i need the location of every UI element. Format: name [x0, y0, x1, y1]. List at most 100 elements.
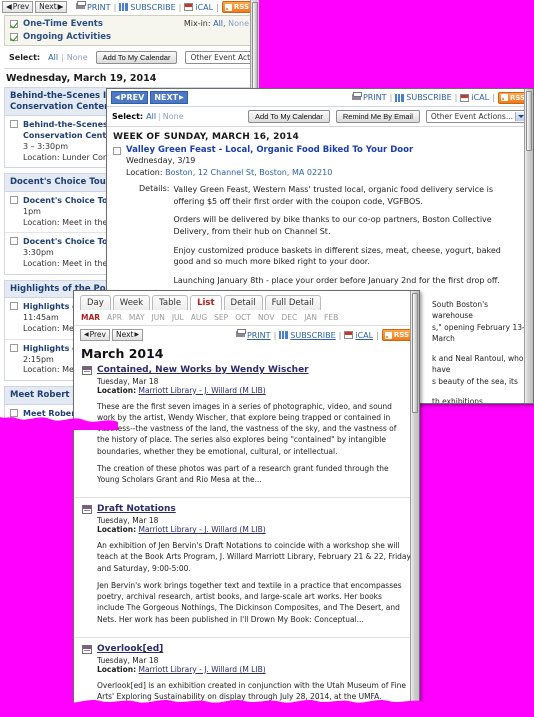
add-to-my-calendar-button[interactable]: Add To My Calendar [248, 110, 330, 123]
mid-panel-scrollbar[interactable] [524, 89, 533, 403]
front-prev-next-group[interactable]: ◀ Prev Next ▶ [80, 329, 144, 341]
tab-table[interactable]: Table [152, 295, 189, 310]
tab-detail[interactable]: Detail [223, 295, 263, 310]
subscribe-button[interactable]: SUBSCRIBE [279, 331, 336, 340]
other-event-actions-select[interactable]: Other Event Actions... [185, 51, 259, 64]
obscured-fragment: s," opening February 13-March [432, 322, 525, 343]
prev-button[interactable]: ◀ Prev [2, 1, 34, 13]
month-apr[interactable]: APR [107, 313, 122, 322]
details-paragraph: Orders will be delivered by bike thanks … [173, 215, 492, 236]
tab-list[interactable]: List [190, 295, 222, 310]
month-sep[interactable]: SEP [214, 313, 228, 322]
month-jun[interactable]: JUN [152, 313, 165, 322]
month-jan[interactable]: JAN [304, 313, 317, 322]
other-event-actions-select[interactable]: Other Event Actions... [425, 110, 528, 123]
obscured-fragment: South Boston's warehouse [432, 300, 489, 321]
rss-button[interactable]: RSS [381, 329, 413, 341]
item-description: Overlook[ed] is an exhibition created in… [97, 680, 411, 704]
event-checkbox[interactable] [10, 302, 18, 311]
view-tabs: Day Week Table List Detail Full Detail [74, 291, 419, 310]
select-all-link[interactable]: All [48, 53, 58, 62]
separator: | [216, 2, 219, 12]
mid-select-bar: Select: All | None Add To My Calendar Re… [107, 107, 533, 127]
separator: | [492, 93, 495, 102]
month-oct[interactable]: OCT [235, 313, 251, 322]
scrollbar-thumb[interactable] [526, 91, 532, 151]
prev-arrow-icon: ◀ [115, 94, 120, 101]
scrollbar-thumb[interactable] [252, 2, 258, 94]
ical-button[interactable]: iCAL [344, 331, 373, 340]
event-location-line: Location: Boston, 12 Channel St, Boston,… [126, 167, 333, 177]
month-aug[interactable]: AUG [191, 313, 207, 322]
rss-button[interactable]: RSS [221, 1, 253, 13]
event-checkbox[interactable] [10, 343, 18, 352]
print-button[interactable]: PRINT [235, 329, 271, 340]
item-title[interactable]: Contained, New Works by Wendy Wischer [97, 365, 309, 377]
subscribe-button[interactable]: SUBSCRIBE [119, 3, 176, 12]
week-heading: WEEK OF SUNDAY, MARCH 16, 2014 [113, 132, 299, 142]
item-title[interactable]: Draft Notations [97, 504, 176, 516]
description-paragraph: These are the first seven images in a se… [97, 401, 397, 456]
mid-prev-next-group[interactable]: ◀ PREV NEXT ▶ [111, 91, 188, 104]
next-button[interactable]: Next ▶ [112, 329, 144, 341]
event-checkbox[interactable] [10, 237, 18, 246]
details-label: Details: [139, 184, 170, 194]
month-may[interactable]: MAY [129, 313, 145, 322]
separator: | [338, 330, 342, 340]
prev-arrow-icon: ◀ [6, 2, 12, 11]
event-checkbox[interactable] [10, 196, 18, 205]
mixin-none-link[interactable]: None [228, 19, 249, 28]
front-action-bar: PRINT | SUBSCRIBE | iCAL | RSS [235, 329, 413, 341]
select-none-link[interactable]: None [163, 112, 184, 121]
month-jul[interactable]: JUL [172, 313, 184, 322]
select-all-link[interactable]: All [146, 112, 156, 121]
remind-me-by-email-button[interactable]: Remind Me By Email [335, 110, 420, 123]
month-nov[interactable]: NOV [258, 313, 275, 322]
tab-full-detail[interactable]: Full Detail [264, 295, 321, 310]
month-mar[interactable]: MAR [81, 313, 100, 322]
left-panel-toolbar: ◀ Prev Next ▶ PRINT | SUBSCRIBE | iCAL |… [0, 0, 259, 14]
next-arrow-icon: ▶ [57, 2, 64, 11]
mid-event-obscured-text: South Boston's warehouse s," opening Feb… [432, 299, 527, 403]
event-checkbox[interactable] [113, 147, 121, 155]
checkbox-one-time-events[interactable] [10, 20, 18, 28]
month-feb[interactable]: FEB [324, 313, 338, 322]
prev-button[interactable]: ◀ PREV [111, 91, 149, 104]
left-prev-next-group[interactable]: ◀ Prev Next ▶ [2, 1, 68, 13]
separator: | [273, 330, 277, 340]
ical-button[interactable]: iCAL [460, 93, 489, 102]
item-location-link[interactable]: Marriott Library - J. Willard (M LIB) [138, 665, 265, 674]
filter-ongoing-activities[interactable]: Ongoing Activities [10, 32, 111, 42]
item-description: These are the first seven images in a se… [97, 401, 411, 486]
item-location-link[interactable]: Marriott Library - J. Willard (M LIB) [138, 525, 265, 534]
month-selector: MAR APR MAY JUN JUL AUG SEP OCT NOV DEC … [74, 310, 419, 326]
next-button[interactable]: NEXT ▶ [150, 91, 188, 104]
mixin-controls: Mix-in: All, None [183, 19, 249, 28]
event-location-link[interactable]: Boston, 12 Channel St, Boston, MA 02210 [165, 168, 332, 177]
item-title[interactable]: Overlook[ed] [97, 644, 163, 656]
tab-week[interactable]: Week [112, 295, 151, 310]
mixin-all-link[interactable]: All, [213, 19, 225, 28]
checkbox-ongoing-activities[interactable] [10, 33, 18, 41]
month-dec[interactable]: DEC [281, 313, 297, 322]
add-to-my-calendar-button[interactable]: Add To My Calendar [95, 51, 178, 64]
print-button[interactable]: PRINT [351, 91, 387, 102]
filter-one-time-events[interactable]: One-Time Events [10, 19, 111, 29]
front-panel-toolbar: ◀ Prev Next ▶ PRINT | SUBSCRIBE | iCAL |… [74, 326, 419, 344]
print-button[interactable]: PRINT [75, 1, 111, 12]
prev-button[interactable]: ◀ Prev [80, 329, 110, 341]
rss-icon [224, 3, 232, 11]
front-panel-scrollbar[interactable] [410, 291, 419, 704]
ical-button[interactable]: iCAL [184, 3, 213, 12]
item-location-link[interactable]: Marriott Library - J. Willard (M LIB) [138, 386, 265, 395]
prev-arrow-icon: ◀ [84, 331, 89, 338]
tab-day[interactable]: Day [80, 295, 111, 310]
calendar-icon [82, 644, 92, 654]
scrollbar-thumb[interactable] [412, 293, 418, 413]
event-checkbox[interactable] [10, 120, 18, 129]
event-title[interactable]: Valley Green Feast - Local, Organic Food… [126, 145, 413, 155]
list-item: Contained, New Works by Wendy Wischer Tu… [74, 365, 419, 497]
next-button[interactable]: Next ▶ [35, 1, 68, 13]
subscribe-button[interactable]: SUBSCRIBE [395, 93, 452, 102]
select-none-link[interactable]: None [67, 53, 88, 62]
